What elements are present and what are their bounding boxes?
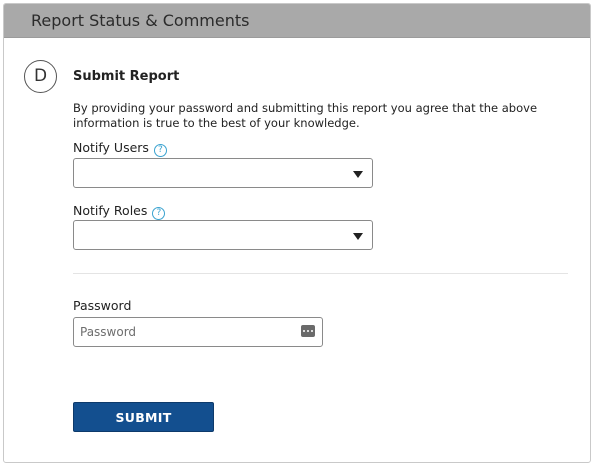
submit-button[interactable]: SUBMIT [73, 402, 214, 432]
submit-agreement-text: By providing your password and submittin… [73, 101, 538, 130]
help-icon[interactable]: ? [152, 207, 166, 220]
notify-users-select[interactable] [73, 158, 373, 188]
caret-down-icon [353, 233, 363, 240]
section-divider [73, 273, 568, 274]
panel-header: Report Status & Comments [4, 4, 590, 38]
password-key-icon[interactable] [301, 325, 315, 337]
notify-roles-label: Notify Roles [73, 203, 148, 218]
help-icon[interactable]: ? [153, 144, 167, 157]
step-indicator-badge: D [24, 60, 57, 93]
report-status-panel: Report Status & Comments D Submit Report… [3, 3, 591, 463]
caret-down-icon [353, 171, 363, 178]
notify-users-label: Notify Users [73, 140, 149, 155]
password-input[interactable] [73, 317, 323, 347]
notify-roles-select[interactable] [73, 220, 373, 250]
panel-title: Report Status & Comments [31, 11, 250, 30]
password-label: Password [73, 298, 132, 313]
notify-users-label-row: Notify Users? [73, 140, 167, 157]
section-title: Submit Report [73, 69, 180, 84]
notify-roles-label-row: Notify Roles? [73, 203, 166, 220]
